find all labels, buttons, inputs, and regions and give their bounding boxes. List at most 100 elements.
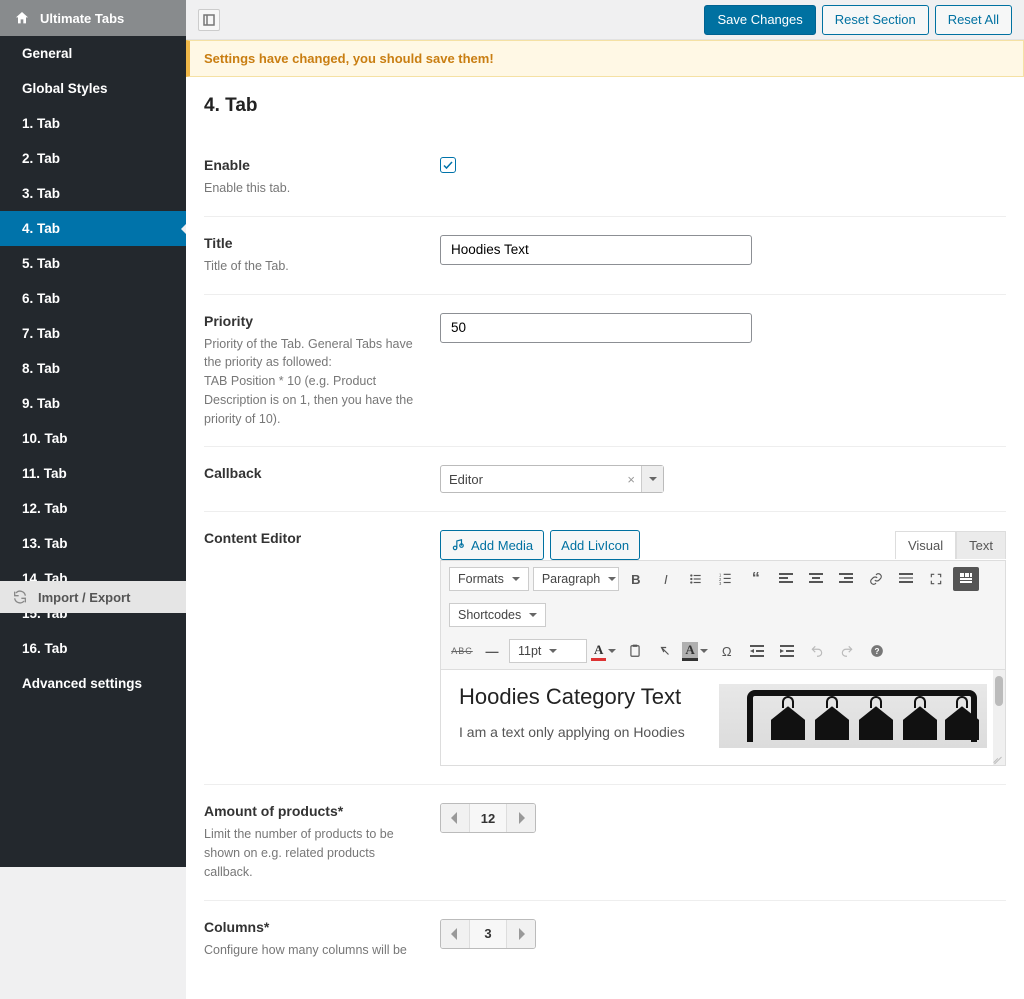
title-input[interactable] <box>440 235 752 265</box>
align-right-icon[interactable] <box>833 567 859 591</box>
check-icon <box>442 159 454 171</box>
italic-icon[interactable]: I <box>653 567 679 591</box>
columns-decrement[interactable] <box>441 920 469 948</box>
columns-stepper: 3 <box>440 919 536 949</box>
undo-icon[interactable] <box>804 639 830 663</box>
columns-value: 3 <box>469 920 507 948</box>
sidebar-item-tab-6[interactable]: 6. Tab <box>0 281 186 316</box>
formats-dropdown[interactable]: Formats <box>449 567 529 591</box>
sidebar-item-tab-7[interactable]: 7. Tab <box>0 316 186 351</box>
svg-text:3: 3 <box>719 581 722 586</box>
outdent-icon[interactable] <box>744 639 770 663</box>
amount-desc: Limit the number of products to be shown… <box>204 825 420 881</box>
align-left-icon[interactable] <box>773 567 799 591</box>
sidebar-item-global-styles[interactable]: Global Styles <box>0 71 186 106</box>
tab-visual[interactable]: Visual <box>895 531 956 559</box>
unsaved-changes-notice: Settings have changed, you should save t… <box>186 40 1024 77</box>
sidebar-item-tab-4[interactable]: 4. Tab <box>0 211 186 246</box>
align-center-icon[interactable] <box>803 567 829 591</box>
field-columns: Columns* Configure how many columns will… <box>204 901 1006 960</box>
sidebar-title: Ultimate Tabs <box>40 11 124 26</box>
amount-decrement[interactable] <box>441 804 469 832</box>
sidebar-item-tab-5[interactable]: 5. Tab <box>0 246 186 281</box>
strikethrough-icon[interactable]: ABC <box>449 639 475 663</box>
svg-text:?: ? <box>874 647 879 656</box>
music-note-icon <box>451 538 465 552</box>
clear-formatting-icon[interactable] <box>652 639 678 663</box>
blockquote-icon[interactable]: “ <box>743 567 769 591</box>
field-content-editor: Content Editor Add Media Add LivIcon Vis… <box>204 512 1006 785</box>
amount-value: 12 <box>469 804 507 832</box>
horizontal-rule-icon[interactable]: — <box>479 639 505 663</box>
priority-label: Priority <box>204 313 420 329</box>
reset-all-button[interactable]: Reset All <box>935 5 1012 35</box>
sidebar-item-tab-12[interactable]: 12. Tab <box>0 491 186 526</box>
fontsize-dropdown[interactable]: 11pt <box>509 639 587 663</box>
sidebar-item-tab-2[interactable]: 2. Tab <box>0 141 186 176</box>
panel-toggle-button[interactable] <box>198 9 220 31</box>
sidebar-item-general[interactable]: General <box>0 36 186 71</box>
page-title: 4. Tab <box>204 95 1006 117</box>
title-label: Title <box>204 235 420 251</box>
callback-select[interactable]: Editor × <box>440 465 664 493</box>
main: Save Changes Reset Section Reset All Set… <box>186 0 1024 999</box>
sidebar-item-tab-8[interactable]: 8. Tab <box>0 351 186 386</box>
sidebar-item-advanced[interactable]: Advanced settings <box>0 666 186 701</box>
resize-grip-icon[interactable] <box>991 751 1003 763</box>
sidebar-item-tab-3[interactable]: 3. Tab <box>0 176 186 211</box>
house-icon <box>14 10 30 26</box>
save-changes-button[interactable]: Save Changes <box>704 5 815 35</box>
columns-increment[interactable] <box>507 920 535 948</box>
tab-text[interactable]: Text <box>956 531 1006 559</box>
enable-checkbox[interactable] <box>440 157 456 173</box>
redo-icon[interactable] <box>834 639 860 663</box>
editor-heading: Hoodies Category Text <box>459 684 699 710</box>
sidebar-item-tab-10[interactable]: 10. Tab <box>0 421 186 456</box>
panel-icon <box>203 14 215 26</box>
sidebar-import-export[interactable]: Import / Export <box>0 581 186 613</box>
editor-body[interactable]: Hoodies Category Text I am a text only a… <box>440 670 1006 766</box>
sidebar-item-tab-13[interactable]: 13. Tab <box>0 526 186 561</box>
topbar: Save Changes Reset Section Reset All <box>186 0 1024 40</box>
columns-label: Columns* <box>204 919 420 935</box>
enable-desc: Enable this tab. <box>204 179 420 198</box>
shortcodes-dropdown[interactable]: Shortcodes <box>449 603 546 627</box>
add-livicon-button[interactable]: Add LivIcon <box>550 530 640 560</box>
bullet-list-icon[interactable] <box>683 567 709 591</box>
sidebar-item-tab-11[interactable]: 11. Tab <box>0 456 186 491</box>
sidebar-item-tab-16[interactable]: 16. Tab <box>0 631 186 666</box>
chevron-down-icon[interactable] <box>641 466 663 492</box>
field-callback: Callback Editor × <box>204 447 1006 512</box>
insert-more-icon[interactable] <box>893 567 919 591</box>
text-color-picker[interactable]: A <box>591 639 618 663</box>
numbered-list-icon[interactable]: 123 <box>713 567 739 591</box>
paragraph-dropdown[interactable]: Paragraph <box>533 567 619 591</box>
sidebar-item-tab-1[interactable]: 1. Tab <box>0 106 186 141</box>
amount-increment[interactable] <box>507 804 535 832</box>
bold-icon[interactable]: B <box>623 567 649 591</box>
editor-toolbar: Formats Paragraph B I 123 “ Shortcodes <box>440 560 1006 670</box>
content: 4. Tab Enable Enable this tab. Title Tit… <box>186 77 1024 999</box>
content-editor-label: Content Editor <box>204 530 420 546</box>
callback-clear-icon[interactable]: × <box>621 472 641 487</box>
paste-text-icon[interactable] <box>622 639 648 663</box>
priority-input[interactable] <box>440 313 752 343</box>
special-char-icon[interactable]: Ω <box>714 639 740 663</box>
columns-desc: Configure how many columns will be <box>204 941 420 960</box>
editor-paragraph: I am a text only applying on Hoodies <box>459 722 699 743</box>
sidebar-header: Ultimate Tabs <box>0 0 186 36</box>
field-enable: Enable Enable this tab. <box>204 139 1006 217</box>
callback-value: Editor <box>441 472 621 487</box>
title-desc: Title of the Tab. <box>204 257 420 276</box>
bg-color-picker[interactable]: A <box>682 639 709 663</box>
reset-section-button[interactable]: Reset Section <box>822 5 929 35</box>
import-export-label: Import / Export <box>38 590 130 605</box>
link-icon[interactable] <box>863 567 889 591</box>
sidebar-item-tab-9[interactable]: 9. Tab <box>0 386 186 421</box>
toolbar-toggle-icon[interactable] <box>953 567 979 591</box>
amount-label: Amount of products* <box>204 803 420 819</box>
add-media-button[interactable]: Add Media <box>440 530 544 560</box>
fullscreen-icon[interactable] <box>923 567 949 591</box>
indent-icon[interactable] <box>774 639 800 663</box>
help-icon[interactable]: ? <box>864 639 890 663</box>
